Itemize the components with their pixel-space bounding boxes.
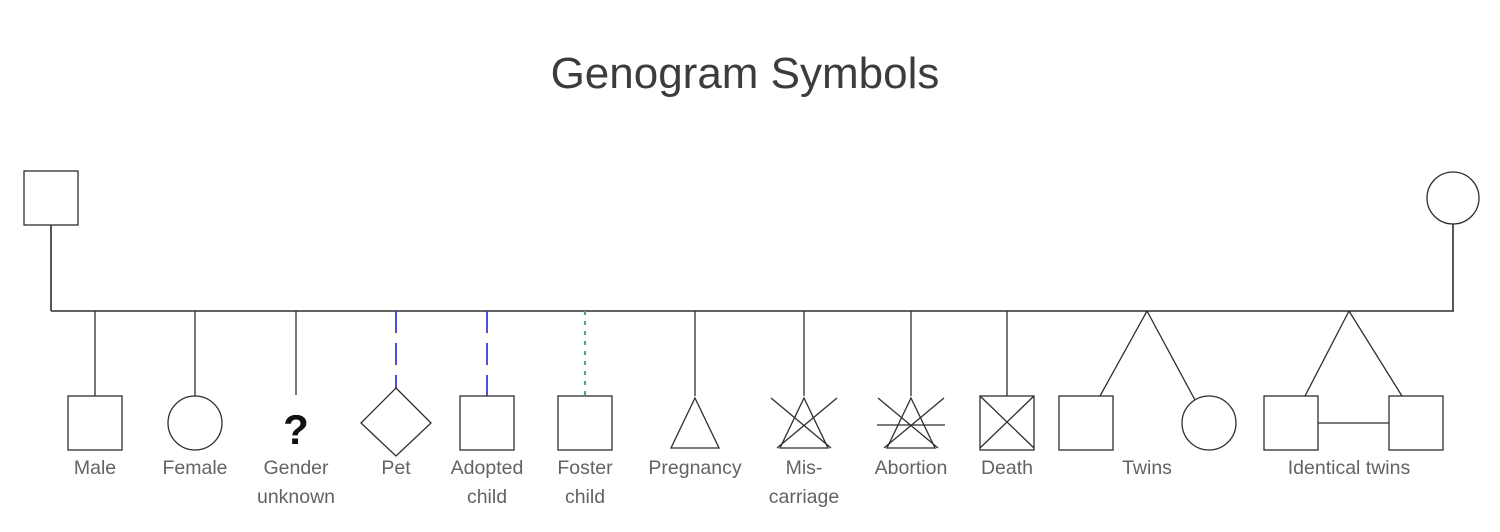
twins-member-2-circle-symbol	[1181, 395, 1237, 451]
abortion-label: Abortion	[875, 457, 948, 479]
identical-twins-leg-1	[1304, 310, 1350, 397]
children-group: ?	[67, 311, 1035, 457]
identical-twins-member-2-square-symbol	[1388, 395, 1444, 451]
gender-unknown-label: Gender	[263, 457, 329, 479]
adopted-child-label: Adopted	[451, 457, 524, 479]
male-square-symbol	[67, 395, 123, 451]
miscarriage-label-line2: carriage	[769, 486, 839, 508]
miscarriage-triangle-symbol	[778, 396, 830, 449]
pregnancy-triangle-symbol	[669, 396, 721, 449]
female-circle-symbol	[167, 395, 223, 451]
pregnancy-label: Pregnancy	[648, 457, 741, 479]
gender-unknown-label-line2: unknown	[257, 486, 335, 508]
parents-group	[23, 170, 1480, 311]
miscarriage-label: Mis-	[786, 457, 823, 479]
identical-twins-label: Identical twins	[1288, 457, 1411, 479]
labels-group: Male Female Gender unknown Pet Adopted child Fo…	[74, 457, 1411, 508]
adopted-child-label-line2: child	[467, 486, 507, 508]
mother-circle-symbol	[1426, 171, 1480, 225]
genogram-canvas: Genogram Symbols ? Male Female Gender unkno…	[0, 0, 1500, 532]
gender-unknown-question-mark-symbol: ?	[283, 406, 309, 453]
twins-leg-1	[1099, 310, 1148, 397]
foster-child-square-symbol	[557, 395, 613, 451]
death-label: Death	[981, 457, 1033, 479]
page-title: Genogram Symbols	[551, 49, 940, 98]
female-label: Female	[162, 457, 227, 479]
twins-member-1-square-symbol	[1058, 395, 1114, 451]
pet-diamond-symbol	[360, 387, 432, 457]
twins-label: Twins	[1122, 457, 1172, 479]
adopted-child-square-symbol	[459, 395, 515, 451]
identical-twins-leg-2	[1348, 310, 1403, 397]
father-square-symbol	[23, 170, 79, 226]
twin-groups	[1058, 310, 1444, 451]
identical-twins-member-1-square-symbol	[1263, 395, 1319, 451]
pet-label: Pet	[381, 457, 411, 479]
abortion-triangle-symbol	[885, 396, 937, 449]
male-label: Male	[74, 457, 116, 479]
twins-leg-2	[1146, 310, 1196, 401]
foster-child-label-line2: child	[565, 486, 605, 508]
foster-child-label: Foster	[557, 457, 613, 479]
genogram-diagram: Genogram Symbols ? Male Female Gender unkno…	[23, 49, 1480, 508]
